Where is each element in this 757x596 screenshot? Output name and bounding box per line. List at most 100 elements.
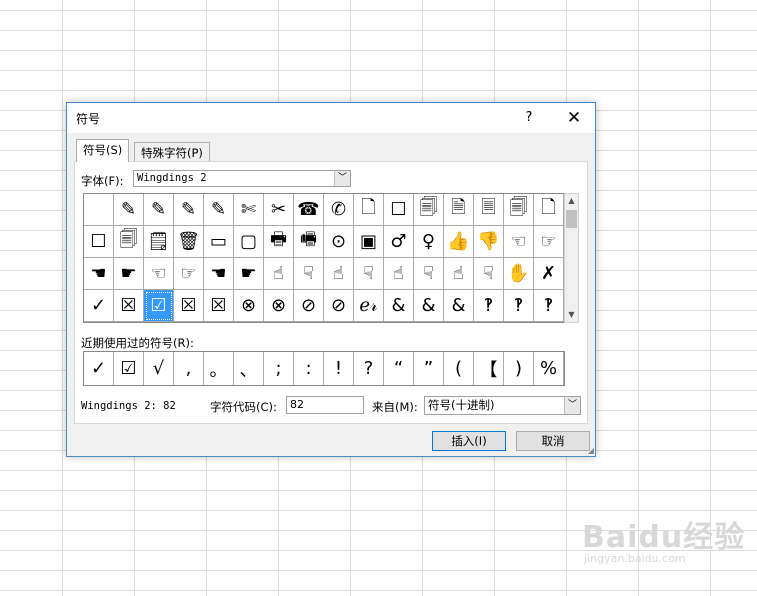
symbol-cell[interactable]: ☝	[264, 258, 294, 290]
symbol-cell[interactable]: ✄	[234, 194, 264, 226]
symbol-cell[interactable]: &	[444, 290, 474, 322]
symbol-cell[interactable]: 🗑	[174, 226, 204, 258]
recent-symbol-cell[interactable]: !	[324, 352, 354, 385]
symbol-cell[interactable]: ☜	[504, 226, 534, 258]
symbol-cell[interactable]: ☛	[114, 258, 144, 290]
symbol-cell[interactable]: 🗐	[114, 226, 144, 258]
help-button[interactable]: ?	[517, 107, 541, 129]
recent-symbol-cell[interactable]: ;	[264, 352, 294, 385]
symbol-cell[interactable]: ☚	[204, 258, 234, 290]
symbol-cell[interactable]: ‽	[534, 290, 564, 322]
symbol-cell[interactable]: 🗒	[144, 226, 174, 258]
from-select[interactable]: 符号(十进制) ﹀	[424, 396, 581, 415]
resize-grip-icon[interactable]: ◢	[588, 446, 594, 455]
symbol-cell[interactable]: ☝	[324, 258, 354, 290]
symbol-cell[interactable]: ☞	[534, 226, 564, 258]
symbol-cell[interactable]: ‽	[474, 290, 504, 322]
symbol-cell[interactable]: ☐	[384, 194, 414, 226]
symbol-cell[interactable]: ☜	[144, 258, 174, 290]
recent-symbol-cell[interactable]: √	[144, 352, 174, 385]
recent-symbol-cell[interactable]: ✓	[84, 352, 114, 385]
symbol-cell[interactable]: ✂	[264, 194, 294, 226]
symbol-cell[interactable]: 🗐	[504, 194, 534, 226]
symbol-cell[interactable]: 🖶	[264, 226, 294, 258]
recent-symbol-cell[interactable]: ?	[354, 352, 384, 385]
symbol-grid-scrollbar[interactable]: ▲ ▼	[564, 193, 579, 323]
symbol-glyph: ✆	[330, 199, 347, 220]
symbol-cell[interactable]: ⊘	[324, 290, 354, 322]
symbol-cell[interactable]: &	[384, 290, 414, 322]
scroll-down-icon[interactable]: ▼	[565, 308, 578, 322]
symbol-cell[interactable]: 🗏	[474, 194, 504, 226]
tab-symbols[interactable]: 符号(S)	[76, 139, 130, 162]
tab-special-characters[interactable]: 特殊字符(P)	[134, 142, 210, 162]
recent-symbol-cell[interactable]: 【	[474, 352, 504, 385]
recent-symbol-cell[interactable]: 、	[234, 352, 264, 385]
symbol-cell[interactable]: ✗	[534, 258, 564, 290]
symbol-cell[interactable]: ☛	[234, 258, 264, 290]
close-button[interactable]: ✕	[561, 107, 587, 129]
recent-symbol-cell[interactable]: ”	[414, 352, 444, 385]
symbol-cell[interactable]: ✎	[114, 194, 144, 226]
symbol-cell[interactable]: 🗋	[354, 194, 384, 226]
symbol-cell[interactable]: ☟	[414, 258, 444, 290]
symbol-cell[interactable]: ✋	[504, 258, 534, 290]
symbol-cell[interactable]: ‽	[504, 290, 534, 322]
symbol-cell[interactable]: 🗎	[444, 194, 474, 226]
symbol-cell[interactable]: ☝	[444, 258, 474, 290]
recent-symbol-cell[interactable]: (	[444, 352, 474, 385]
recent-symbol-cell[interactable]: “	[384, 352, 414, 385]
symbol-cell[interactable]: ☒	[174, 290, 204, 322]
insert-button[interactable]: 插入(I)	[432, 431, 506, 451]
symbol-cell[interactable]	[84, 194, 114, 226]
recent-symbol-cell[interactable]: 。	[204, 352, 234, 385]
symbol-cell[interactable]: ♀	[414, 226, 444, 258]
symbol-cell[interactable]: 🖷	[294, 226, 324, 258]
symbol-cell[interactable]: ⊙	[324, 226, 354, 258]
symbol-cell[interactable]: ☚	[84, 258, 114, 290]
symbol-cell[interactable]: ☒	[114, 290, 144, 322]
symbol-cell[interactable]: ☟	[354, 258, 384, 290]
symbol-cell[interactable]: ▢	[234, 226, 264, 258]
symbol-cell[interactable]: ☎	[294, 194, 324, 226]
symbol-cell[interactable]: ✎	[204, 194, 234, 226]
recent-symbol-cell[interactable]: )	[504, 352, 534, 385]
symbol-cell[interactable]: ▣	[354, 226, 384, 258]
recent-symbol-cell[interactable]: :	[294, 352, 324, 385]
recent-symbol-cell[interactable]: ,	[174, 352, 204, 385]
symbol-cell[interactable]: ☟	[294, 258, 324, 290]
symbol-cell[interactable]: ℯ𝓇	[354, 290, 384, 322]
symbol-cell[interactable]: 👎	[474, 226, 504, 258]
cancel-button[interactable]: 取消	[516, 431, 590, 451]
symbol-glyph: 🗐	[419, 196, 438, 218]
symbol-cell[interactable]: ♂	[384, 226, 414, 258]
symbol-cell[interactable]: 🗋	[534, 194, 564, 226]
symbol-glyph: 🗐	[119, 228, 138, 250]
symbol-cell[interactable]: ⊗	[234, 290, 264, 322]
symbol-cell[interactable]: ☒	[204, 290, 234, 322]
symbol-cell[interactable]: 👍	[444, 226, 474, 258]
symbol-cell[interactable]: &	[414, 290, 444, 322]
scroll-up-icon[interactable]: ▲	[565, 194, 578, 208]
symbol-cell[interactable]: ⊘	[294, 290, 324, 322]
symbol-cell[interactable]: ✎	[144, 194, 174, 226]
font-select[interactable]: Wingdings 2 ﹀	[133, 170, 351, 187]
symbol-cell[interactable]: ☝	[384, 258, 414, 290]
chevron-down-icon[interactable]: ﹀	[564, 397, 580, 414]
symbol-cell[interactable]: ☟	[474, 258, 504, 290]
symbol-cell[interactable]: ✓	[84, 290, 114, 322]
symbol-glyph: ‽	[543, 295, 554, 316]
symbol-cell[interactable]: ⊗	[264, 290, 294, 322]
symbol-cell[interactable]: ☞	[174, 258, 204, 290]
symbol-cell[interactable]: ☑	[144, 290, 174, 322]
recent-symbol-cell[interactable]: %	[534, 352, 564, 385]
symbol-cell[interactable]: ✎	[174, 194, 204, 226]
symbol-cell[interactable]: 🗐	[414, 194, 444, 226]
symbol-cell[interactable]: ✆	[324, 194, 354, 226]
symbol-cell[interactable]: ☐	[84, 226, 114, 258]
character-code-input[interactable]: 82	[286, 396, 364, 414]
recent-symbol-cell[interactable]: ☑	[114, 352, 144, 385]
chevron-down-icon[interactable]: ﹀	[334, 171, 350, 186]
symbol-cell[interactable]: ▭	[204, 226, 234, 258]
scroll-thumb[interactable]	[566, 210, 577, 228]
